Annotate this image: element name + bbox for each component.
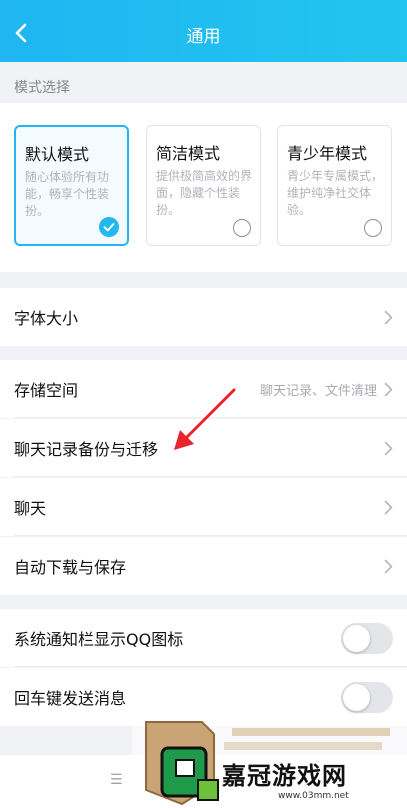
watermark-url: www.03mm.net (278, 791, 349, 801)
mode-panel: 默认模式 随心体验所有功能，畅享个性装扮。 简洁模式 提供极简高效的界面，隐藏个… (0, 103, 407, 272)
notif-qq-icon-toggle[interactable] (341, 623, 393, 654)
chevron-right-icon (384, 559, 393, 574)
divider (14, 535, 407, 536)
toggle-knob (343, 684, 370, 711)
chevron-right-icon (384, 382, 393, 397)
checkmark-icon (99, 217, 119, 237)
mode-card-title: 青少年模式 (287, 144, 368, 163)
mode-card-title: 简洁模式 (156, 144, 221, 163)
chat-row[interactable]: 聊天 (0, 478, 407, 536)
row-sub-value: 聊天记录、文件清理 (259, 384, 377, 399)
notif-qq-icon-row: 系统通知栏显示QQ图标 (0, 609, 407, 667)
annotation-arrow-icon (174, 388, 236, 450)
row-label: 回车键发送消息 (14, 689, 127, 708)
page-title: 通用 (186, 27, 221, 47)
toggle-knob (343, 625, 370, 652)
chevron-right-icon (384, 500, 393, 515)
mode-card-desc: 随心体验所有功能，畅享个性装扮。 (25, 170, 110, 218)
title-bar: 通用 (0, 0, 407, 62)
row-label: 聊天记录备份与迁移 (14, 440, 159, 459)
divider (14, 476, 407, 477)
menu-lines-icon: ☰ (110, 772, 123, 788)
divider (14, 666, 407, 667)
row-label: 系统通知栏显示QQ图标 (14, 630, 184, 649)
mode-section-label: 模式选择 (14, 80, 70, 96)
row-label: 字体大小 (14, 309, 79, 328)
mode-card-teen[interactable]: 青少年模式 青少年专属模式，维护纯净社交体验。 (277, 125, 392, 246)
watermark-text: 嘉冠游戏网 (222, 762, 347, 790)
row-label: 聊天 (14, 499, 47, 518)
chevron-right-icon (384, 310, 393, 325)
row-label: 自动下载与保存 (14, 558, 127, 577)
enter-send-toggle[interactable] (341, 682, 393, 713)
mode-card-simple[interactable]: 简洁模式 提供极简高效的界面，隐藏个性装扮。 (146, 125, 261, 246)
row-label: 存储空间 (14, 381, 79, 400)
mode-card-desc: 青少年专属模式，维护纯净社交体验。 (287, 169, 384, 217)
chevron-right-icon (384, 441, 393, 456)
mode-card-title: 默认模式 (25, 145, 90, 164)
mode-card-default[interactable]: 默认模式 随心体验所有功能，畅享个性装扮。 (14, 125, 129, 246)
radio-unchecked-icon (233, 219, 251, 237)
radio-unchecked-icon (364, 219, 382, 237)
font-size-row[interactable]: 字体大小 (0, 288, 407, 346)
auto-download-row[interactable]: 自动下载与保存 (0, 537, 407, 595)
mode-card-desc: 提供极简高效的界面，隐藏个性装扮。 (156, 169, 253, 217)
